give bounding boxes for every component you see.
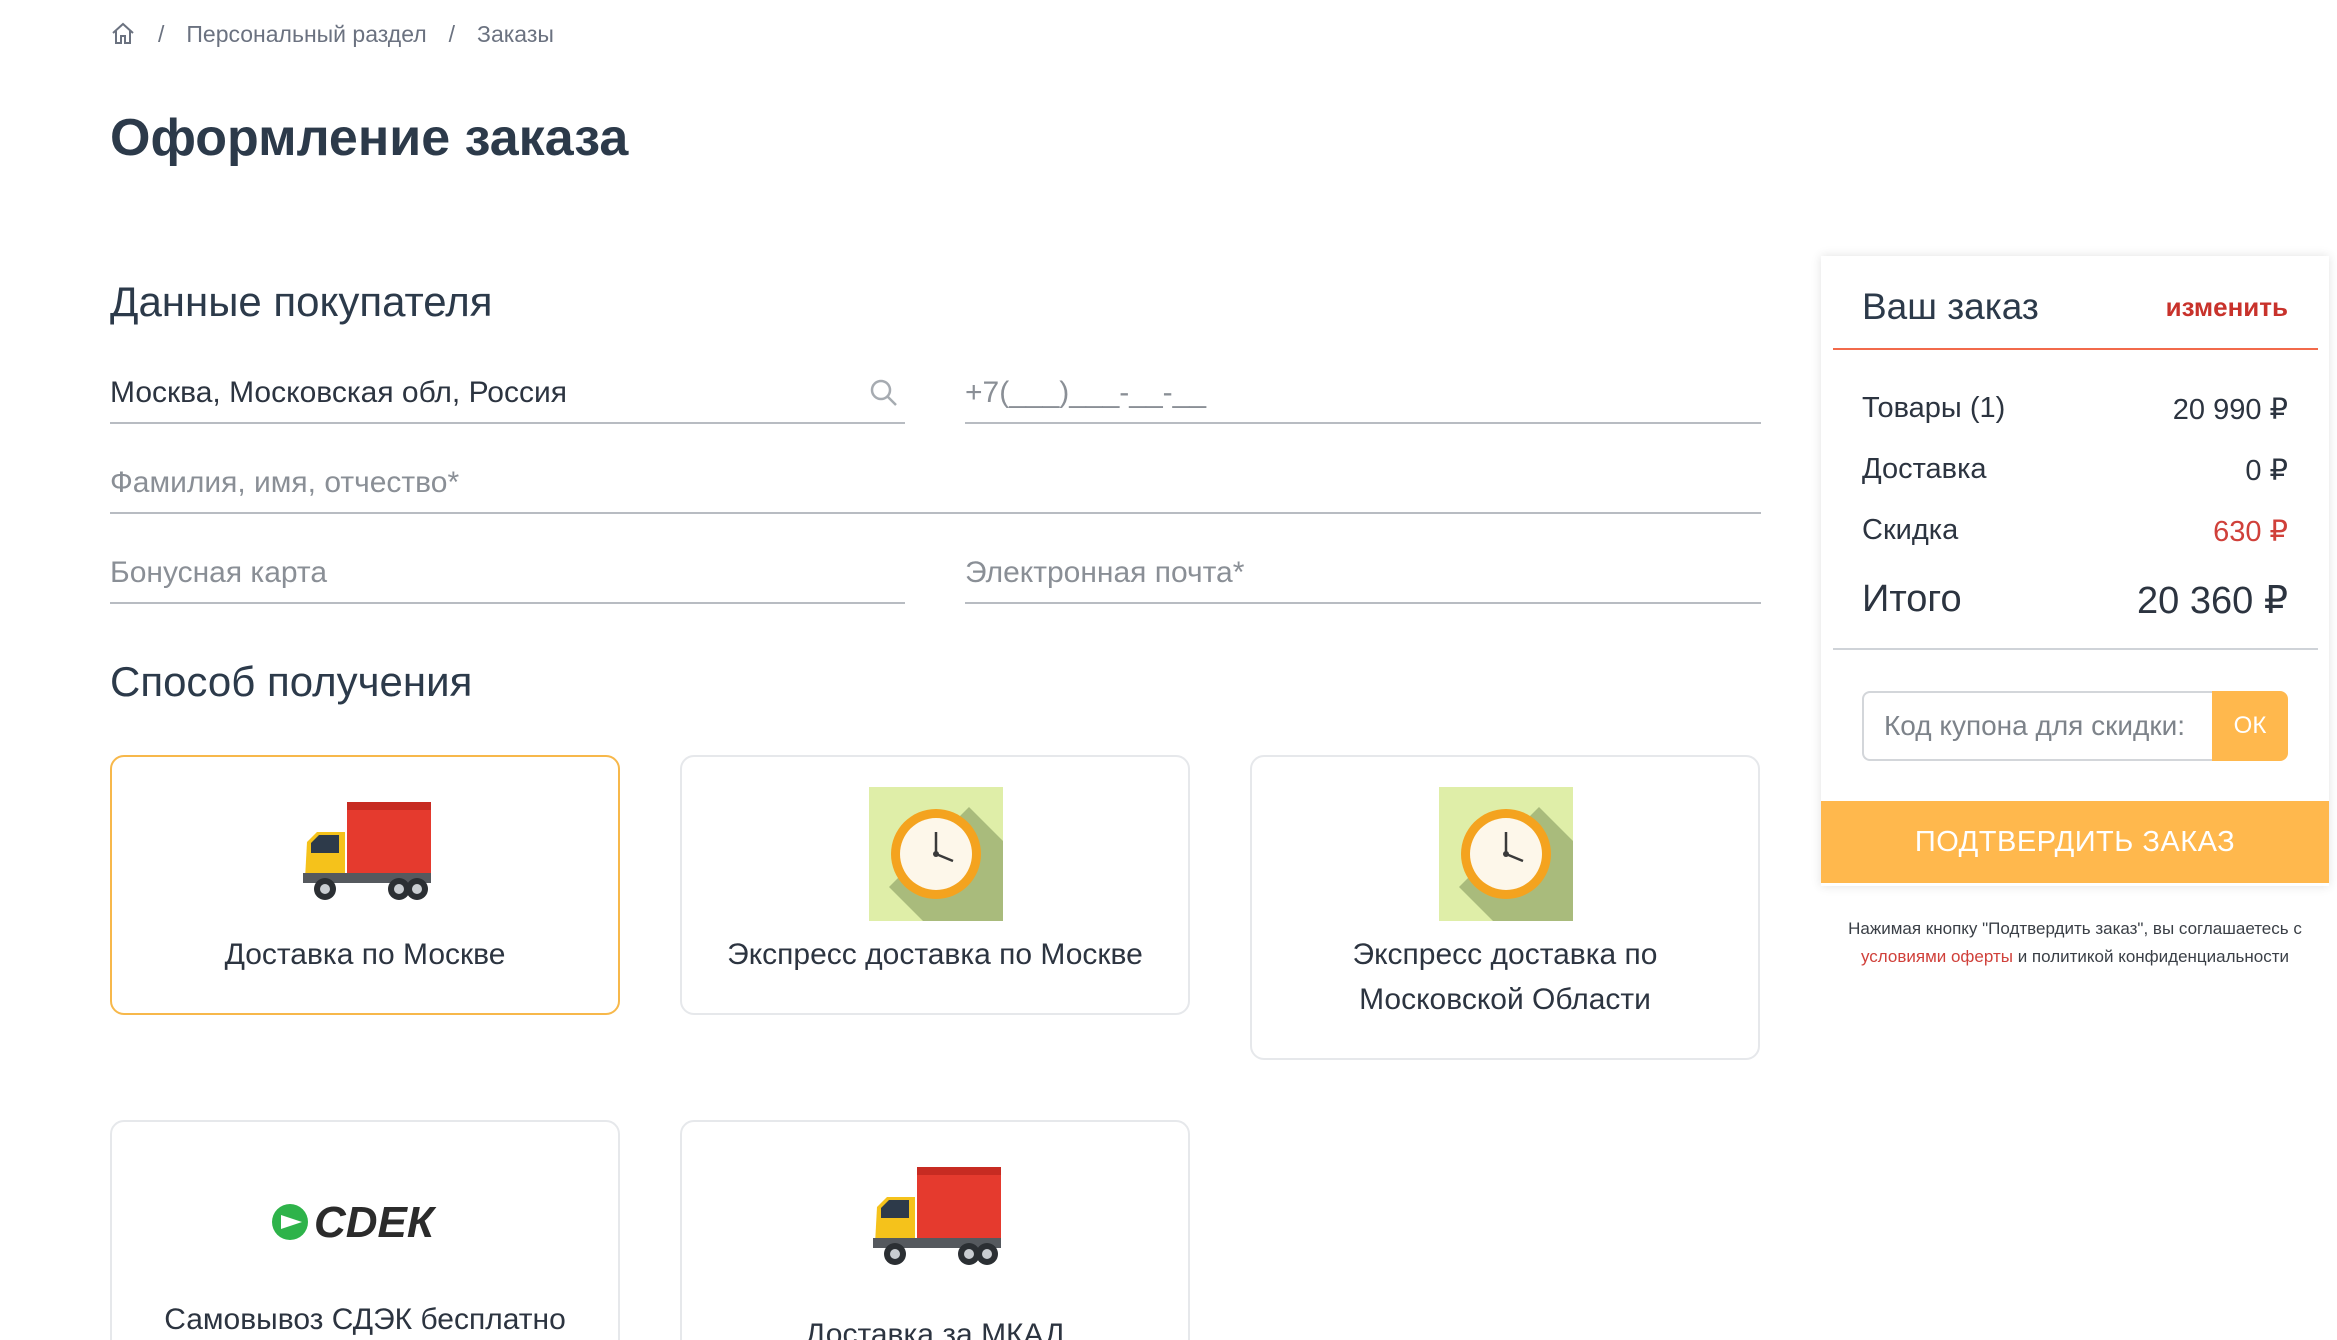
delivery-option-label: Доставка по Москве <box>224 938 506 971</box>
breadcrumb-orders[interactable]: Заказы <box>477 21 554 48</box>
full-name-input[interactable] <box>110 466 1761 500</box>
delivery-option-label: Самовывоз СДЭК бесплатно <box>164 1303 566 1336</box>
breadcrumb: / Персональный раздел / Заказы <box>110 16 554 52</box>
apply-coupon-button[interactable]: ОК <box>2212 691 2288 761</box>
delivery-option-cdek[interactable]: СDЕК Самовывоз СДЭК бесплатно <box>110 1120 620 1340</box>
delivery-option-outside-mkad[interactable]: Доставка за МКАД <box>680 1120 1190 1340</box>
bonus-card-field <box>110 544 905 604</box>
divider <box>1833 348 2318 350</box>
full-name-field <box>110 454 1761 514</box>
breadcrumb-separator: / <box>158 20 165 47</box>
coupon-input[interactable] <box>1862 691 2212 761</box>
divider <box>1833 648 2318 650</box>
summary-row-discount: Скидка 630 ₽ <box>1862 514 2288 549</box>
delivery-truck-icon <box>299 787 433 921</box>
phone-field <box>965 364 1761 424</box>
summary-label: Товары (1) <box>1862 392 2006 424</box>
delivery-option-express-moscow[interactable]: Экспресс доставка по Москве <box>680 755 1190 1015</box>
confirm-order-button[interactable]: ПОДТВЕРДИТЬ ЗАКАЗ <box>1821 801 2329 883</box>
offer-terms-link[interactable]: условиями оферты <box>1861 947 2013 966</box>
summary-row-items: Товары (1) 20 990 ₽ <box>1862 392 2288 427</box>
email-input[interactable] <box>965 556 1761 590</box>
summary-row-total: Итого 20 360 ₽ <box>1862 578 2288 623</box>
email-field <box>965 544 1761 604</box>
summary-label: Итого <box>1862 578 1962 620</box>
summary-label: Доставка <box>1862 453 1987 485</box>
delivery-option-label: Экспресс доставка по Московской Области <box>1352 938 1658 1016</box>
delivery-truck-icon <box>869 1152 1003 1286</box>
bonus-card-input[interactable] <box>110 556 905 590</box>
delivery-section-title: Способ получения <box>110 658 473 705</box>
phone-input[interactable] <box>965 376 1761 410</box>
breadcrumb-separator: / <box>448 20 456 47</box>
legal-text: Нажимая кнопку "Подтвердить заказ", вы с… <box>1848 919 2302 938</box>
summary-value: 0 ₽ <box>2245 455 2288 487</box>
buyer-section-title: Данные покупателя <box>110 278 493 325</box>
legal-notice: Нажимая кнопку "Подтвердить заказ", вы с… <box>1821 915 2329 971</box>
delivery-option-label: Экспресс доставка по Москве <box>727 938 1143 971</box>
delivery-option-express-region[interactable]: Экспресс доставка по Московской Области <box>1250 755 1760 1060</box>
coupon-form: ОК <box>1862 691 2288 761</box>
order-summary-panel: Ваш заказ изменить Товары (1) 20 990 ₽ Д… <box>1821 256 2329 886</box>
city-input[interactable] <box>110 376 869 410</box>
search-icon[interactable] <box>869 378 899 408</box>
page-title: Оформление заказа <box>110 109 629 167</box>
clock-icon <box>1439 787 1573 921</box>
city-field <box>110 364 905 424</box>
svg-text:СDЕК: СDЕК <box>314 1198 437 1247</box>
clock-icon <box>869 787 1003 921</box>
summary-row-delivery: Доставка 0 ₽ <box>1862 453 2288 488</box>
summary-value: 20 990 ₽ <box>2172 394 2288 426</box>
summary-value: 630 ₽ <box>2213 516 2288 548</box>
delivery-option-label: Доставка за МКАД <box>805 1318 1065 1340</box>
order-summary-header: Ваш заказ изменить <box>1862 286 2288 328</box>
summary-value: 20 360 ₽ <box>2137 580 2288 622</box>
edit-order-link[interactable]: изменить <box>2166 292 2288 323</box>
order-summary-title: Ваш заказ <box>1862 286 2039 327</box>
breadcrumb-personal-section[interactable]: Персональный раздел <box>186 21 426 48</box>
summary-label: Скидка <box>1862 514 1959 546</box>
legal-text: и политикой конфиденциальности <box>2017 947 2290 966</box>
delivery-option-moscow[interactable]: Доставка по Москве <box>110 755 620 1015</box>
cdek-logo: СDЕК <box>272 1152 437 1286</box>
home-icon[interactable] <box>110 21 136 47</box>
